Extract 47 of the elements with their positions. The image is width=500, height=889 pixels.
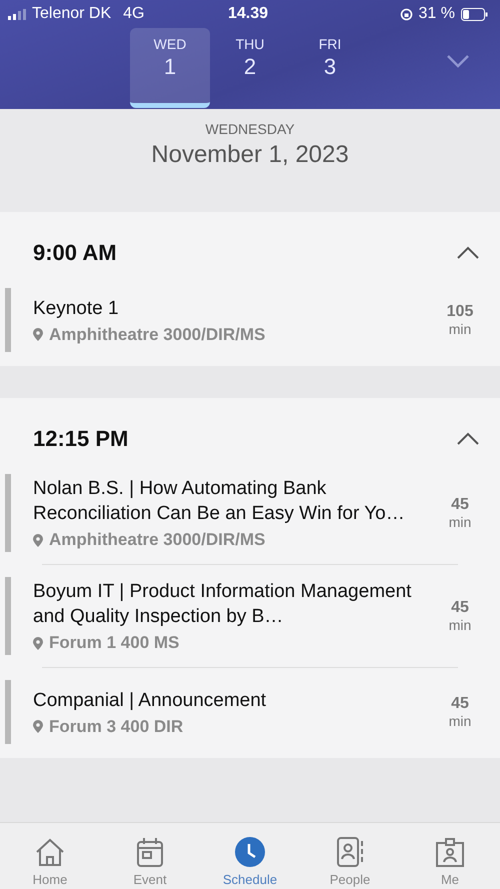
session-location: Amphitheatre 3000/DIR/MS [49, 530, 266, 550]
location-pin-icon [33, 328, 43, 341]
duration-unit: min [448, 321, 472, 337]
session-item[interactable]: Companial | Announcement Forum 3 400 DIR 45 min [5, 680, 500, 744]
time-slot-heading: 9:00 AM [33, 240, 117, 266]
duration-value: 45 [451, 695, 469, 713]
contact-book-icon [335, 836, 365, 868]
battery-percent: 31 % [418, 5, 455, 23]
day-tab[interactable]: WED 1 [130, 28, 210, 108]
carrier-name: Telenor DK [32, 5, 112, 23]
session-location: Forum 1 400 MS [49, 633, 180, 653]
calendar-icon [135, 836, 165, 868]
id-badge-icon [434, 838, 466, 868]
session-item[interactable]: Keynote 1 Amphitheatre 3000/DIR/MS 105 min [5, 288, 500, 352]
location-pin-icon [33, 720, 43, 733]
time-slot-heading: 12:15 PM [33, 426, 128, 452]
day-tab[interactable]: THU 2 [210, 28, 290, 108]
session-item[interactable]: Nolan B.S. | How Automating Bank Reconciliation Can Be an Easy Win for Yo… Amphitheatre 3000/DIR/MS 45 min [5, 474, 500, 552]
network-type: 4G [123, 5, 144, 23]
chevron-down-icon[interactable] [446, 54, 470, 68]
clock-icon [234, 836, 266, 868]
session-location: Forum 3 400 DIR [49, 716, 184, 736]
session-location: Amphitheatre 3000/DIR/MS [49, 324, 266, 344]
duration-value: 45 [451, 599, 469, 617]
chevron-up-icon[interactable] [456, 432, 480, 446]
session-title: Nolan B.S. | How Automating Bank Reconciliation Can Be an Easy Win for Yo… [33, 477, 406, 526]
home-icon [34, 838, 66, 868]
session-title: Keynote 1 [33, 296, 120, 320]
signal-icon [8, 8, 26, 20]
date-title: November 1, 2023 [151, 141, 349, 169]
tab-bar-item[interactable]: Schedule [200, 823, 300, 889]
location-pin-icon [33, 636, 43, 650]
chevron-up-icon[interactable] [456, 246, 480, 260]
duration-value: 45 [451, 496, 469, 514]
clock-time: 14.39 [228, 5, 268, 23]
duration-unit: min [448, 514, 472, 530]
duration-value: 105 [446, 303, 474, 321]
session-item[interactable]: Boyum IT | Product Information Management and Quality Inspection by B… Forum 1 400 MS 45 min [5, 577, 500, 655]
duration-unit: min [448, 617, 472, 633]
rotation-lock-icon [400, 8, 413, 20]
location-pin-icon [33, 534, 43, 546]
battery-icon [460, 8, 488, 20]
session-title: Companial | Announcement [33, 688, 268, 712]
day-tab[interactable]: FRI 3 [290, 28, 370, 108]
weekday-label: WEDNESDAY [205, 121, 295, 137]
duration-unit: min [448, 713, 472, 729]
session-title: Boyum IT | Product Information Management and Quality Inspection by B… [33, 580, 412, 629]
